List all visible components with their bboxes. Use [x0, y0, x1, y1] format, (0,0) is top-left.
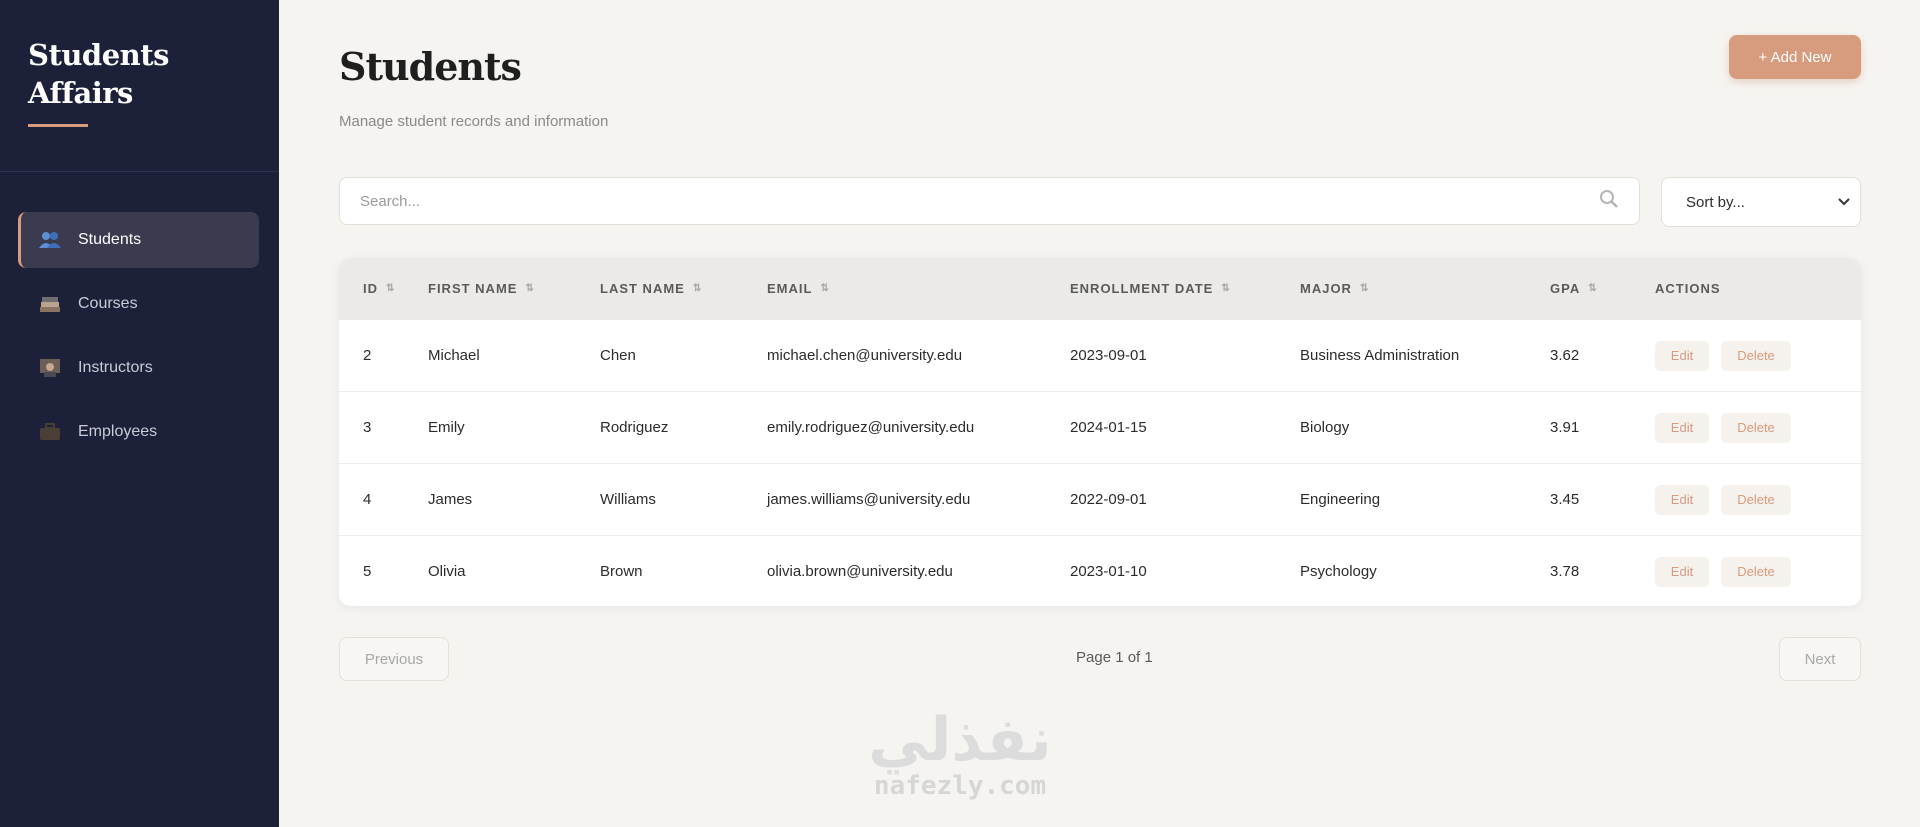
cell-first-name: Olivia: [428, 563, 466, 580]
sort-icon: ⇅: [386, 283, 396, 294]
watermark-arabic: نفذلي: [868, 705, 1054, 775]
table-row: 2 Michael Chen michael.chen@university.e…: [339, 319, 1861, 391]
brand-title-line1: Students: [28, 38, 169, 72]
column-header-last-name[interactable]: LAST NAME ⇅: [600, 281, 767, 296]
sidebar-nav: Students Courses Instructors Employees: [18, 212, 259, 468]
cell-first-name: James: [428, 491, 473, 508]
sidebar-item-students[interactable]: Students: [18, 212, 259, 268]
edit-button[interactable]: Edit: [1655, 412, 1709, 443]
column-header-id[interactable]: ID ⇅: [339, 281, 428, 296]
table-row: 4 James Williams james.williams@universi…: [339, 463, 1861, 535]
sidebar-item-label: Students: [78, 231, 142, 248]
column-header-enrollment-date[interactable]: ENROLLMENT DATE ⇅: [1070, 281, 1300, 296]
cell-enrollment-date: 2023-01-10: [1070, 563, 1147, 580]
previous-page-button[interactable]: Previous: [339, 637, 449, 681]
next-page-button[interactable]: Next: [1779, 637, 1861, 681]
brand-title-line2: Affairs: [28, 76, 133, 110]
cell-last-name: Williams: [600, 491, 656, 508]
sort-icon: ⇅: [1588, 283, 1598, 294]
delete-button[interactable]: Delete: [1721, 340, 1791, 371]
cell-id: 5: [363, 563, 372, 580]
search-box: [339, 177, 1640, 225]
sidebar-divider: [0, 171, 279, 172]
cell-id: 4: [363, 491, 372, 508]
delete-button[interactable]: Delete: [1721, 484, 1791, 515]
page-indicator: Page 1 of 1: [1076, 649, 1153, 666]
chevron-down-icon: [1838, 195, 1850, 209]
column-header-actions: ACTIONS: [1655, 281, 1721, 296]
cell-last-name: Chen: [600, 347, 636, 364]
column-header-first-name[interactable]: FIRST NAME ⇅: [428, 281, 600, 296]
cell-gpa: 3.78: [1550, 563, 1580, 580]
sidebar-item-instructors[interactable]: Instructors: [18, 340, 259, 396]
edit-button[interactable]: Edit: [1655, 340, 1709, 371]
sidebar: Students Affairs Students Courses Instru…: [0, 0, 279, 827]
table-header: ID ⇅ FIRST NAME ⇅ LAST NAME ⇅ EMAIL ⇅ ENROLL…: [339, 258, 1861, 319]
cell-actions: Edit Delete: [1655, 412, 1791, 443]
delete-button[interactable]: Delete: [1721, 556, 1791, 587]
cell-gpa: 3.62: [1550, 347, 1580, 364]
column-header-major[interactable]: MAJOR ⇅: [1300, 281, 1550, 296]
column-header-gpa[interactable]: GPA ⇅: [1550, 281, 1655, 296]
cell-last-name: Brown: [600, 563, 643, 580]
students-table: ID ⇅ FIRST NAME ⇅ LAST NAME ⇅ EMAIL ⇅ ENROLL…: [339, 258, 1861, 606]
sort-icon: ⇅: [525, 283, 535, 294]
watermark-logo: نفذلي nafezly.com: [850, 705, 1070, 801]
search-input[interactable]: [360, 192, 1599, 210]
teacher-icon: [38, 356, 62, 380]
books-icon: [38, 292, 62, 316]
brand: Students Affairs: [28, 36, 228, 127]
sidebar-item-courses[interactable]: Courses: [18, 276, 259, 332]
main-content: Students Manage student records and info…: [339, 0, 1861, 827]
sidebar-item-label: Instructors: [78, 359, 153, 376]
cell-major: Biology: [1300, 419, 1350, 436]
delete-button[interactable]: Delete: [1721, 412, 1791, 443]
cell-email: michael.chen@university.edu: [767, 347, 963, 364]
cell-first-name: Emily: [428, 419, 465, 436]
column-header-email[interactable]: EMAIL ⇅: [767, 281, 1070, 296]
cell-email: emily.rodriguez@university.edu: [767, 419, 975, 436]
cell-enrollment-date: 2023-09-01: [1070, 347, 1147, 364]
cell-actions: Edit Delete: [1655, 556, 1791, 587]
cell-actions: Edit Delete: [1655, 340, 1791, 371]
sort-icon: ⇅: [692, 283, 703, 294]
cell-major: Engineering: [1300, 491, 1381, 508]
briefcase-icon: [38, 420, 62, 444]
page-title: Students: [339, 44, 522, 89]
sidebar-item-employees[interactable]: Employees: [18, 404, 259, 460]
edit-button[interactable]: Edit: [1655, 556, 1709, 587]
cell-first-name: Michael: [428, 347, 480, 364]
sidebar-item-label: Employees: [78, 423, 158, 440]
cell-email: james.williams@university.edu: [767, 491, 971, 508]
sort-selected-value: Sort by...: [1686, 193, 1745, 211]
sort-select[interactable]: Sort by...: [1661, 177, 1861, 227]
users-icon: [38, 228, 62, 252]
cell-id: 3: [363, 419, 372, 436]
sort-icon: ⇅: [1221, 283, 1231, 294]
edit-button[interactable]: Edit: [1655, 484, 1709, 515]
cell-major: Psychology: [1300, 563, 1377, 580]
table-row: 3 Emily Rodriguez emily.rodriguez@univer…: [339, 391, 1861, 463]
sidebar-item-label: Courses: [78, 295, 138, 312]
page-subtitle: Manage student records and information: [339, 113, 609, 130]
sort-icon: ⇅: [1359, 283, 1370, 294]
cell-gpa: 3.45: [1550, 491, 1580, 508]
cell-enrollment-date: 2024-01-15: [1070, 419, 1147, 436]
search-icon[interactable]: [1599, 189, 1619, 214]
cell-email: olivia.brown@university.edu: [767, 563, 953, 580]
cell-id: 2: [363, 347, 372, 364]
table-row: 5 Olivia Brown olivia.brown@university.e…: [339, 535, 1861, 606]
cell-major: Business Administration: [1300, 347, 1460, 364]
cell-gpa: 3.91: [1550, 419, 1580, 436]
cell-enrollment-date: 2022-09-01: [1070, 491, 1147, 508]
brand-underline: [28, 124, 88, 127]
add-new-button[interactable]: + Add New: [1729, 35, 1861, 79]
sort-icon: ⇅: [820, 283, 830, 294]
watermark-latin: nafezly.com: [873, 771, 1047, 801]
cell-actions: Edit Delete: [1655, 484, 1791, 515]
cell-last-name: Rodriguez: [600, 419, 669, 436]
